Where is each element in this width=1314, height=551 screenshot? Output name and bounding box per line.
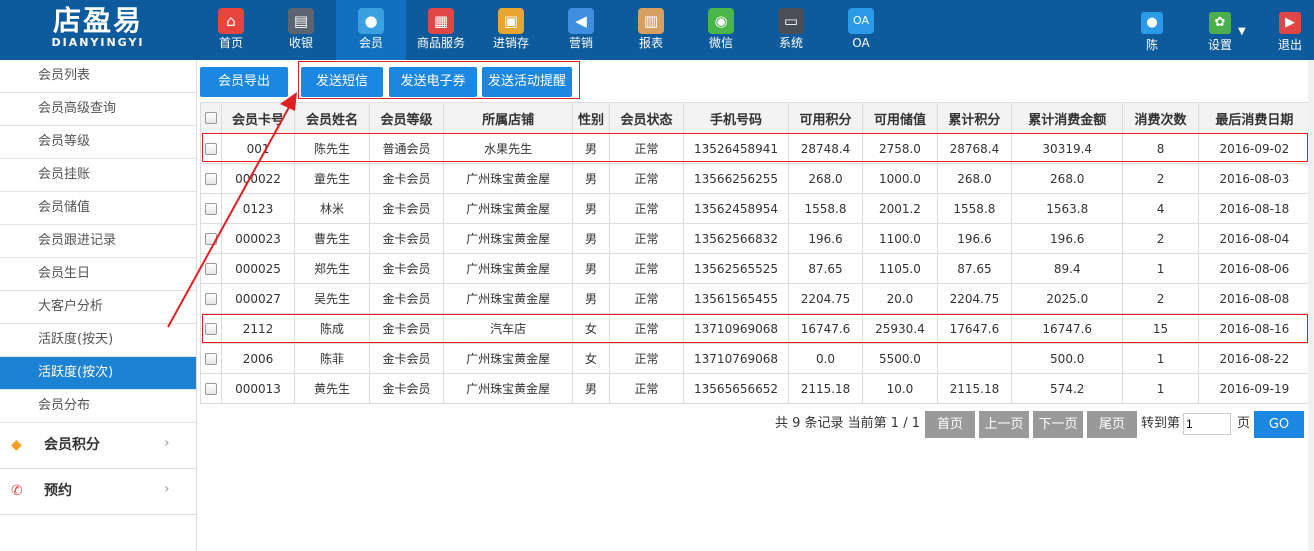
pager-last-button[interactable]: 尾页 <box>1087 411 1137 438</box>
pager-unit-label: 页 <box>1237 416 1251 431</box>
pager-summary: 共 9 条记录 当前第 1 / 1 <box>775 416 920 431</box>
page-number-input[interactable] <box>1183 413 1231 435</box>
go-button[interactable]: GO <box>1254 411 1304 438</box>
pager-prev-button[interactable]: 上一页 <box>979 411 1029 438</box>
pager-goto-label: 转到第 <box>1141 416 1181 431</box>
annotation-arrow <box>167 92 297 328</box>
pager-next-button[interactable]: 下一页 <box>1033 411 1083 438</box>
pager-first-button[interactable]: 首页 <box>925 411 975 438</box>
page-scrollbar[interactable] <box>1308 60 1314 551</box>
